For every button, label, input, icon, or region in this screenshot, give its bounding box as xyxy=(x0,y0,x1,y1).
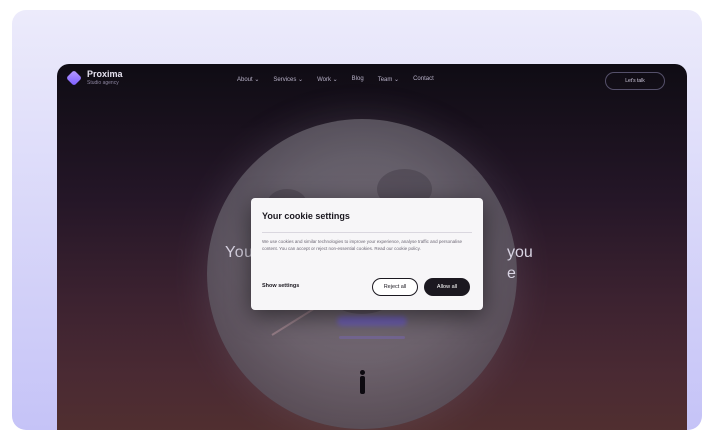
hero-heading-line1-left: You xyxy=(225,244,254,261)
reject-all-button[interactable]: Reject all xyxy=(372,278,418,296)
nav-link-team[interactable]: Team ⌄ xyxy=(378,76,399,83)
hero-heading-line1-right: you xyxy=(507,244,533,261)
brand-logo[interactable]: Proxima Studio agency xyxy=(66,69,123,86)
nav-link-blog[interactable]: Blog xyxy=(352,76,364,83)
nav-link-services[interactable]: Services ⌄ xyxy=(273,76,303,83)
nav-link-work[interactable]: Work ⌄ xyxy=(317,76,338,83)
contact-cta-button[interactable]: Let's talk xyxy=(605,72,665,90)
person-silhouette xyxy=(360,376,365,394)
divider xyxy=(262,232,472,233)
cookie-dialog-title: Your cookie settings xyxy=(262,211,350,221)
cookie-dialog-body: We use cookies and similar technologies … xyxy=(262,239,462,251)
hero-cta-button[interactable] xyxy=(337,316,407,326)
hero-subtext-placeholder xyxy=(339,336,405,339)
logo-icon xyxy=(66,70,82,86)
cookie-settings-dialog: Your cookie settings We use cookies and … xyxy=(251,198,483,310)
show-settings-link[interactable]: Show settings xyxy=(262,283,299,289)
nav-links: About ⌄ Services ⌄ Work ⌄ Blog Team ⌄ Co… xyxy=(237,76,434,83)
nav-link-about[interactable]: About ⌄ xyxy=(237,76,259,83)
brand-tagline: Studio agency xyxy=(87,80,119,86)
nav-link-contact[interactable]: Contact xyxy=(413,76,434,83)
person-silhouette-head xyxy=(360,370,365,375)
allow-all-button[interactable]: Allow all xyxy=(424,278,470,296)
brand-name: Proxima xyxy=(87,69,123,79)
hero-heading-line2-right: e xyxy=(507,265,516,282)
top-navigation: Proxima Studio agency About ⌄ Services ⌄… xyxy=(57,64,687,98)
